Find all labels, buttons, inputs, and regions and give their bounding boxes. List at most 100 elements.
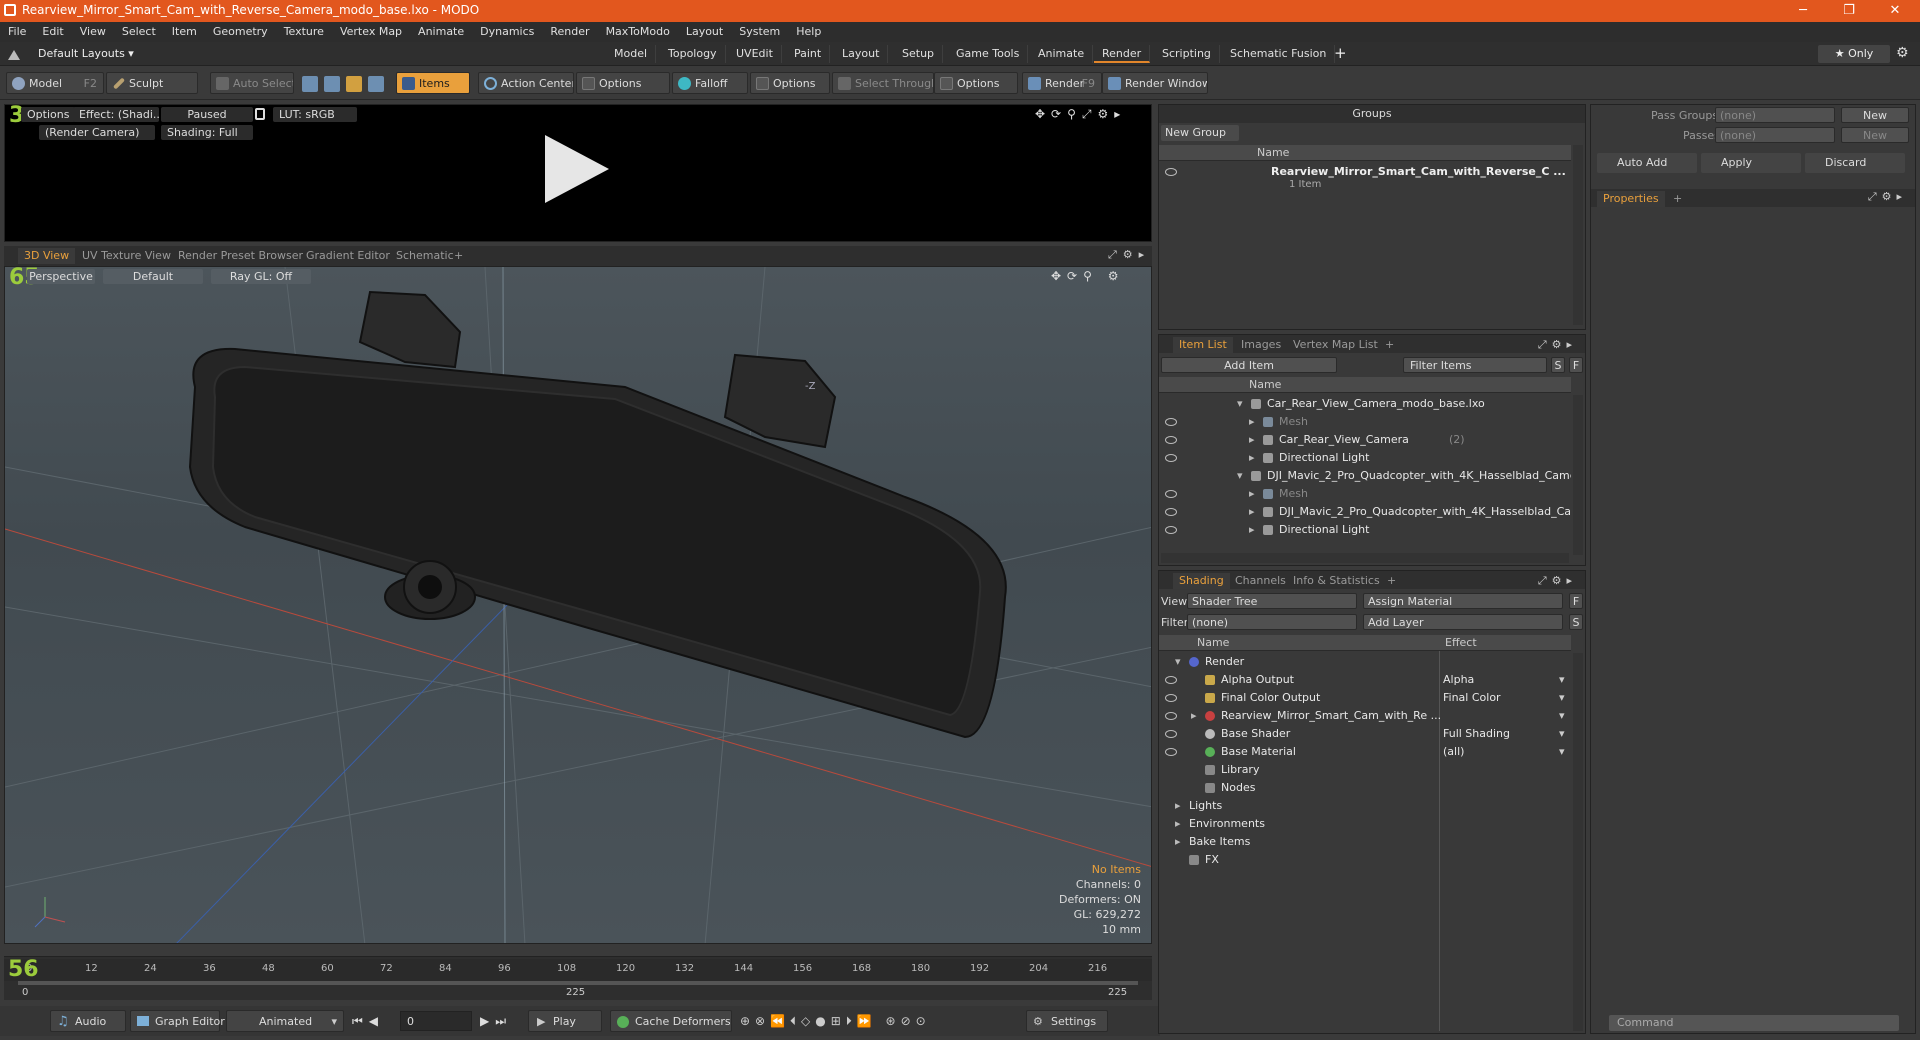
tree-arrow-icon[interactable]: ▸ <box>1249 485 1255 503</box>
restore-button[interactable]: ❐ <box>1826 0 1872 22</box>
effect-dropdown[interactable]: Alpha <box>1443 671 1474 689</box>
model-mode-button[interactable]: Model F2 <box>6 72 104 94</box>
menu-vertex-map[interactable]: Vertex Map <box>332 22 410 42</box>
item-list-s-button[interactable]: S <box>1551 357 1565 373</box>
tab-images[interactable]: Images <box>1235 337 1287 353</box>
layouts-up-icon[interactable] <box>8 48 20 60</box>
shading-s-button[interactable]: S <box>1569 614 1583 630</box>
menu-maxtomodo[interactable]: MaxToModo <box>598 22 678 42</box>
paused-button[interactable]: Paused <box>161 107 253 122</box>
prev-key-icons[interactable]: ⏮◀ <box>352 1014 384 1029</box>
shader-tree-row[interactable]: Library <box>1159 761 1571 779</box>
menu-item[interactable]: Item <box>164 22 205 42</box>
effect-dropdown[interactable]: Effect: (Shadi... <box>73 107 159 122</box>
items-mode-button[interactable]: Items <box>396 72 470 94</box>
key-tools-icons[interactable]: ⊕⊗⏪⏴◇●⊞⏵⏩ ⊛⊘⊙ <box>740 1014 931 1029</box>
eye-icon[interactable] <box>1165 748 1177 756</box>
command-input[interactable]: Command <box>1609 1015 1899 1031</box>
item-list-row[interactable]: ▾ DJI_Mavic_2_Pro_Quadcopter_with_4K_Hass… <box>1159 467 1571 485</box>
shader-tree-row[interactable]: ▸ Rearview_Mirror_Smart_Cam_with_Re ... ▾ <box>1159 707 1571 725</box>
tree-arrow-icon[interactable]: ▸ <box>1175 815 1181 833</box>
add-shading-tab-button[interactable]: + <box>1381 573 1402 589</box>
eye-icon[interactable] <box>1165 168 1177 176</box>
eye-icon[interactable] <box>1165 694 1177 702</box>
expand-arrow-icon[interactable]: ▾ <box>1237 395 1243 413</box>
falloff-button[interactable]: Falloff <box>672 72 748 94</box>
tab-properties[interactable]: Properties <box>1597 191 1665 207</box>
next-key-icons[interactable]: ▶⏭ <box>480 1014 512 1029</box>
properties-tab-icons[interactable]: ⤢⚙▸ <box>1868 190 1907 204</box>
eye-icon[interactable] <box>1165 730 1177 738</box>
item-list-hscrollbar[interactable] <box>1161 553 1569 563</box>
current-frame-field[interactable]: 0 <box>400 1011 472 1031</box>
tab-render[interactable]: Render <box>1094 45 1151 63</box>
eye-icon[interactable] <box>1165 526 1177 534</box>
render-window-button[interactable]: Render Window <box>1102 72 1208 94</box>
animated-dropdown[interactable]: Animated ▾ <box>226 1010 344 1032</box>
action-center-options-button[interactable]: Options <box>576 72 670 94</box>
sculpt-mode-button[interactable]: Sculpt <box>106 72 198 94</box>
tree-arrow-icon[interactable]: ▸ <box>1191 707 1197 725</box>
play-button[interactable]: ▶ Play <box>528 1010 602 1032</box>
item-list-f-button[interactable]: F <box>1569 357 1583 373</box>
tree-arrow-icon[interactable]: ▸ <box>1175 833 1181 851</box>
shading-tab-icons[interactable]: ⤢⚙▸ <box>1538 572 1577 590</box>
eye-icon[interactable] <box>1165 712 1177 720</box>
render-button[interactable]: Render F9 <box>1022 72 1102 94</box>
tab-vertex-map-list[interactable]: Vertex Map List <box>1287 337 1384 353</box>
chevron-down-icon[interactable]: ▾ <box>1559 707 1565 725</box>
add-layer-dropdown[interactable]: Add Layer <box>1363 614 1563 630</box>
eye-icon[interactable] <box>1165 418 1177 426</box>
tree-arrow-icon[interactable]: ▸ <box>1249 449 1255 467</box>
shading-dropdown[interactable]: Shading: Full <box>161 125 253 140</box>
close-button[interactable]: ✕ <box>1872 0 1918 22</box>
tab-layout[interactable]: Layout <box>834 45 889 63</box>
play-icon[interactable] <box>545 135 609 203</box>
tree-arrow-icon[interactable]: ▸ <box>1249 413 1255 431</box>
item-list-row[interactable]: ▸ Directional Light <box>1159 521 1571 539</box>
edges-mode-icon[interactable] <box>324 76 340 92</box>
default-layouts-dropdown[interactable]: Default Layouts ▾ <box>38 47 134 60</box>
falloff-options-button[interactable]: Options <box>750 72 830 94</box>
viewport-nav-icons[interactable]: ✥⟳⚲ ⚙ <box>1051 269 1124 283</box>
tab-paint[interactable]: Paint <box>786 45 831 63</box>
settings-button[interactable]: ⚙ Settings <box>1026 1010 1108 1032</box>
menu-layout[interactable]: Layout <box>678 22 731 42</box>
group-row[interactable]: Rearview_Mirror_Smart_Cam_with_Reverse_C… <box>1159 163 1571 193</box>
vertices-mode-icon[interactable] <box>302 76 318 92</box>
tree-arrow-icon[interactable]: ▸ <box>1175 797 1181 815</box>
materials-mode-icon[interactable] <box>368 76 384 92</box>
menu-select[interactable]: Select <box>114 22 164 42</box>
menu-animate[interactable]: Animate <box>410 22 472 42</box>
eye-icon[interactable] <box>1165 508 1177 516</box>
new-group-button[interactable]: New Group <box>1161 125 1239 141</box>
select-through-button[interactable]: Select Through <box>832 72 934 94</box>
3d-viewport[interactable]: -Z 65 Perspective Default Ray GL: Off ✥⟳… <box>4 266 1152 944</box>
action-center-button[interactable]: Action Center <box>478 72 574 94</box>
lock-icon[interactable] <box>255 108 265 120</box>
groups-scrollbar[interactable] <box>1573 145 1583 325</box>
eye-icon[interactable] <box>1165 454 1177 462</box>
chevron-down-icon[interactable]: ▾ <box>1559 743 1565 761</box>
shader-tree-row[interactable]: ▸ Lights <box>1159 797 1571 815</box>
shader-tree-row[interactable]: Alpha Output Alpha ▾ <box>1159 671 1571 689</box>
preview-options-button[interactable]: Options <box>21 107 76 122</box>
shading-f-button[interactable]: F <box>1569 593 1583 609</box>
shader-tree-row[interactable]: Base Shader Full Shading ▾ <box>1159 725 1571 743</box>
tab-model[interactable]: Model <box>606 45 657 63</box>
add-item-dropdown[interactable]: Add Item <box>1161 357 1337 373</box>
select-through-options-button[interactable]: Options <box>934 72 1018 94</box>
item-list-row[interactable]: ▸ Car_Rear_View_Camera (2) <box>1159 431 1571 449</box>
tab-game-tools[interactable]: Game Tools <box>948 45 1029 63</box>
lut-dropdown[interactable]: LUT: sRGB <box>273 107 357 122</box>
item-list-tab-icons[interactable]: ⤢⚙▸ <box>1538 336 1577 354</box>
effect-dropdown[interactable]: (all) <box>1443 743 1464 761</box>
chevron-down-icon[interactable]: ▾ <box>1559 689 1565 707</box>
tab-info-statistics[interactable]: Info & Statistics <box>1287 573 1386 589</box>
shader-tree-row[interactable]: FX <box>1159 851 1571 869</box>
expand-arrow-icon[interactable]: ▾ <box>1237 467 1243 485</box>
filter-items-input[interactable]: Filter Items <box>1403 357 1547 373</box>
menu-file[interactable]: File <box>0 22 34 42</box>
tab-shading[interactable]: Shading <box>1173 573 1230 589</box>
filter-dropdown[interactable]: (none) <box>1187 614 1357 630</box>
